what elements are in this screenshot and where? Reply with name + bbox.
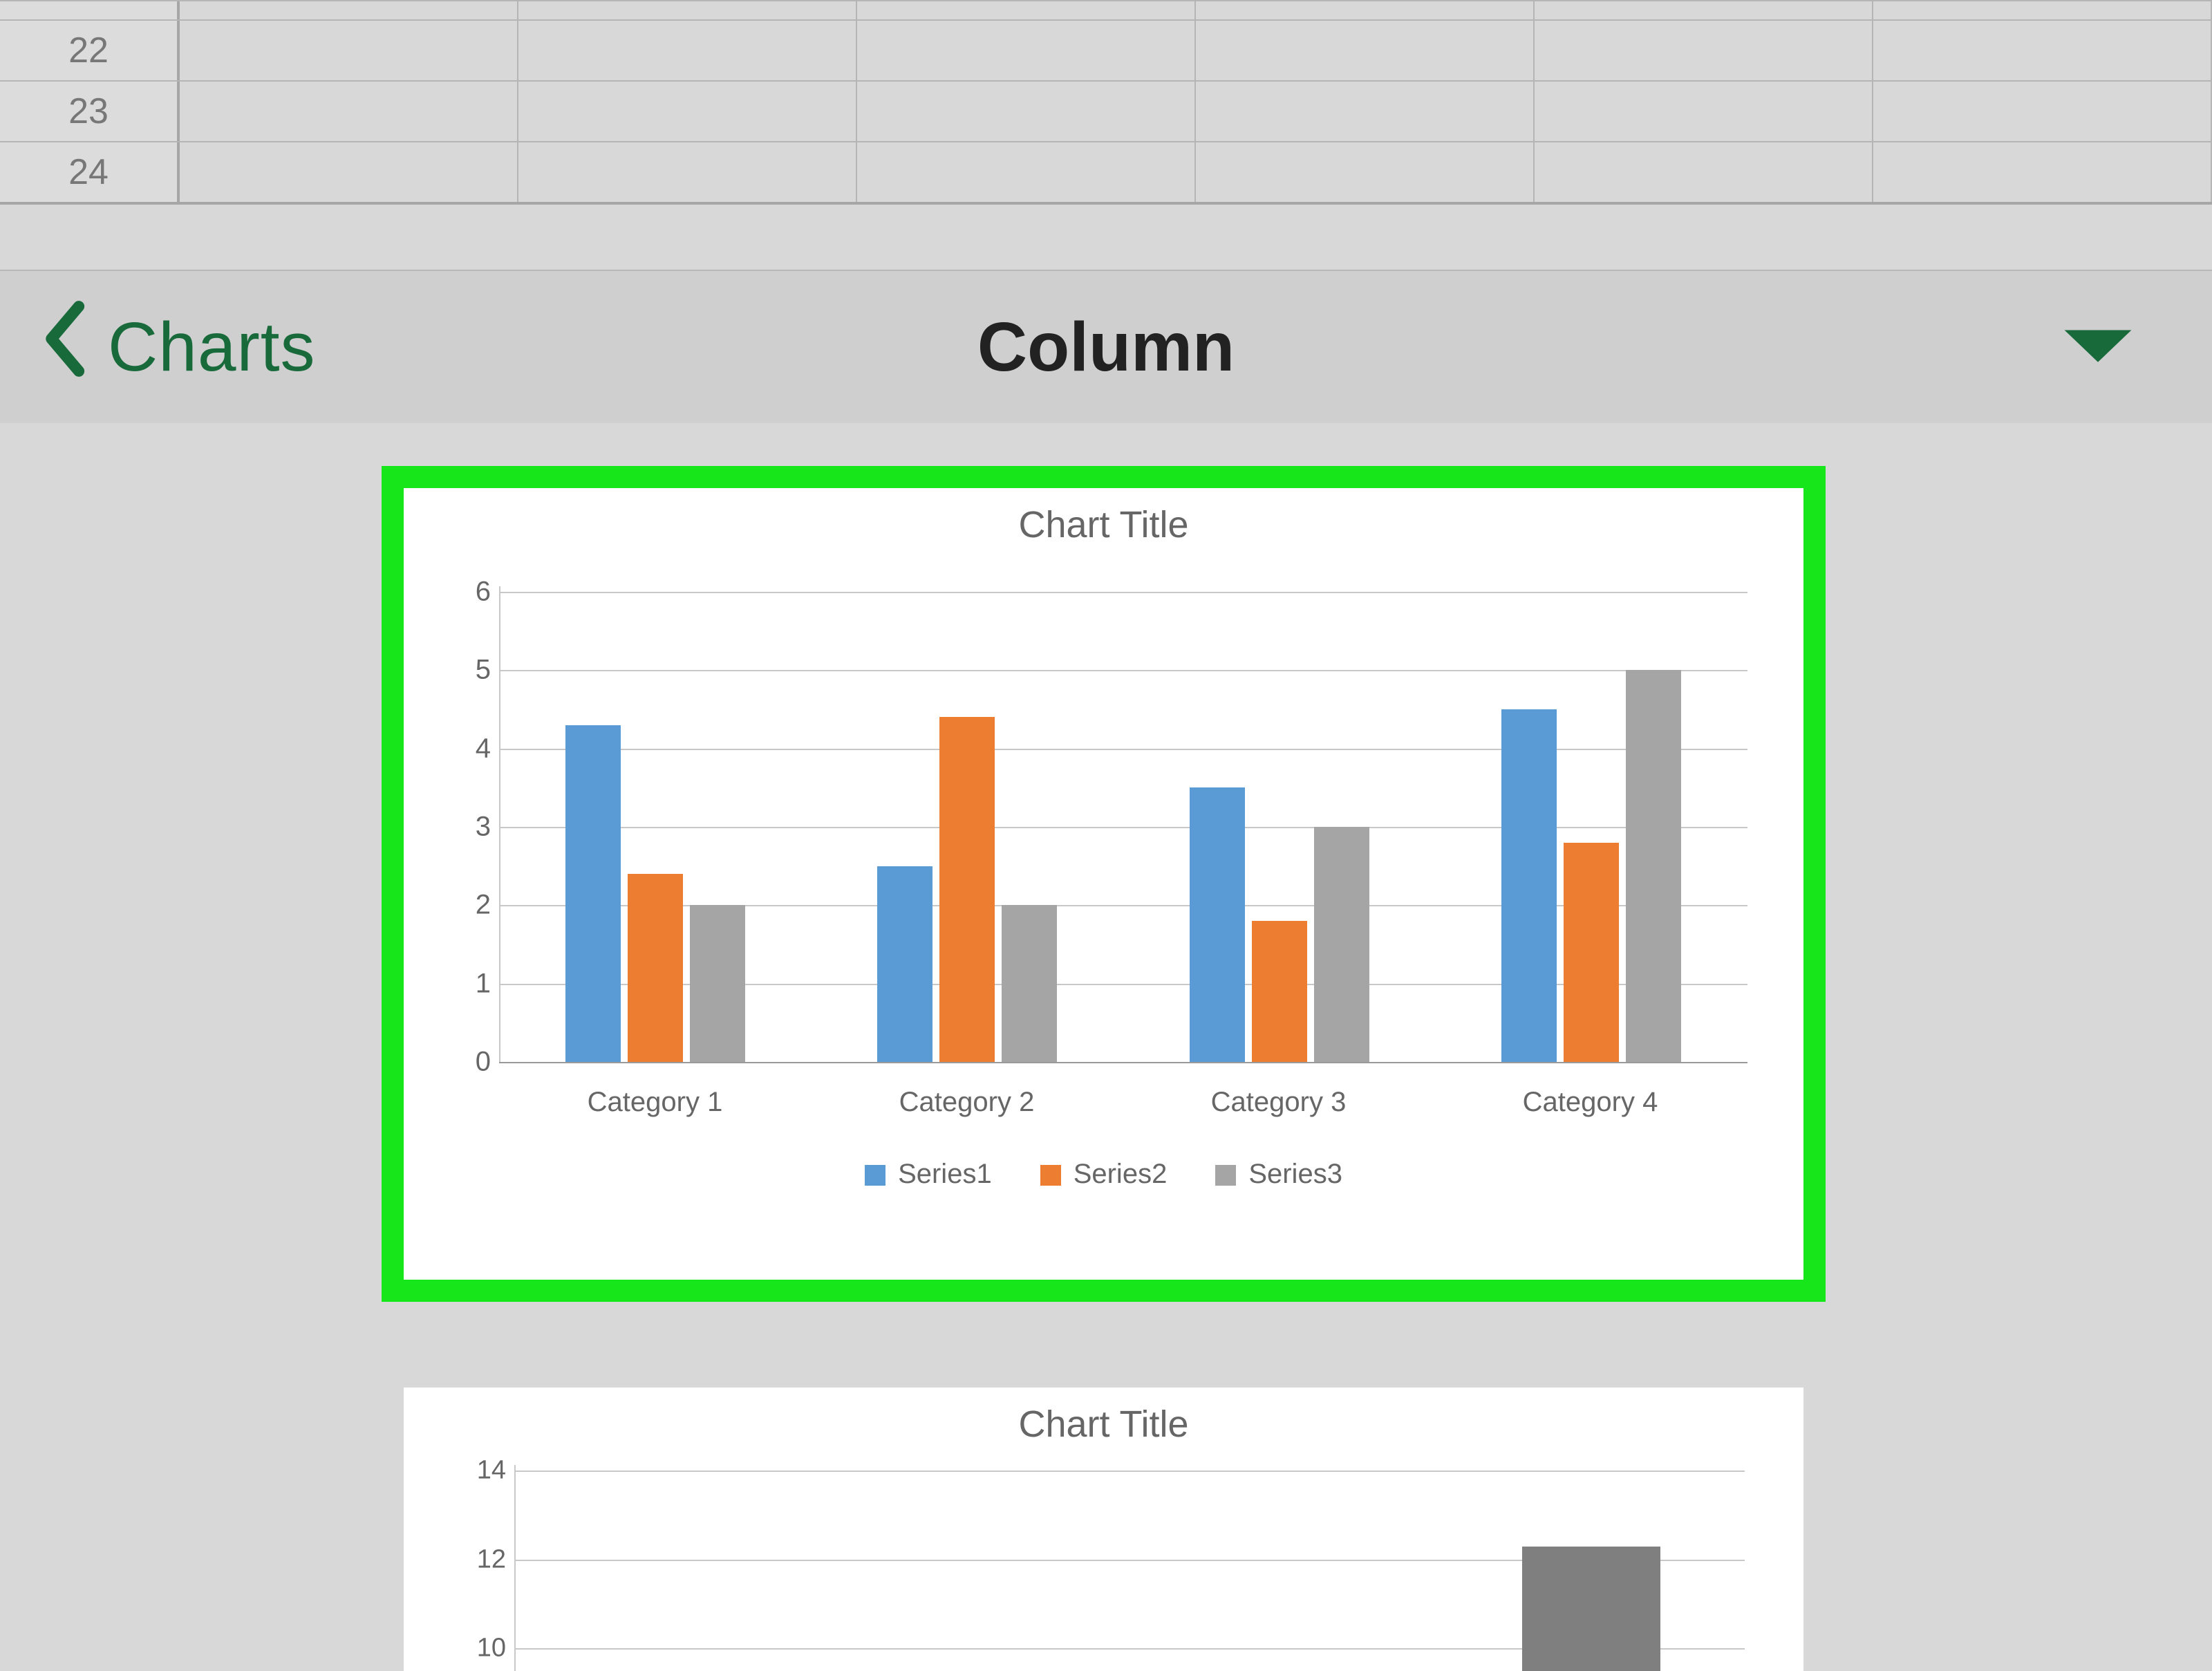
grid-cell[interactable]: [857, 21, 1196, 80]
grid-row[interactable]: 24: [0, 141, 2212, 202]
bar-series1: [877, 866, 932, 1062]
row-header[interactable]: 23: [0, 82, 180, 141]
y-tick-label: 14: [458, 1456, 506, 1486]
y-tick-label: 10: [458, 1634, 506, 1663]
grid-cell[interactable]: [1535, 1, 1873, 19]
category-label: Category 2: [811, 1087, 1123, 1118]
chart-graphic: Chart Title 14 12 10: [404, 1388, 1803, 1671]
bar-group: [1123, 592, 1436, 1062]
bar-series2: [1564, 843, 1619, 1062]
stacked-columns: [514, 1471, 1745, 1671]
row-header[interactable]: [0, 1, 180, 19]
bar-series2: [939, 717, 995, 1062]
spreadsheet-fragment: 22 23 24: [0, 0, 2212, 205]
legend-label: Series1: [898, 1159, 992, 1189]
grid-cell[interactable]: [1873, 21, 2212, 80]
grid-cell[interactable]: [518, 142, 857, 202]
row-header[interactable]: 24: [0, 142, 180, 202]
segment-series3: [1522, 1547, 1660, 1671]
row-header[interactable]: 22: [0, 21, 180, 80]
category-label: Category 1: [499, 1087, 811, 1118]
legend-item: Series3: [1215, 1159, 1342, 1190]
y-tick-label: 2: [442, 890, 491, 921]
collapse-panel-button[interactable]: [2060, 321, 2136, 373]
legend-label: Series2: [1074, 1159, 1168, 1189]
grid-cell[interactable]: [1535, 21, 1873, 80]
legend-item: Series1: [865, 1159, 992, 1190]
bar-series3: [1626, 670, 1681, 1062]
bar-series2: [1252, 921, 1307, 1062]
grid-cell[interactable]: [1535, 82, 1873, 141]
y-tick-label: 5: [442, 655, 491, 686]
chart-category-title: Column: [0, 308, 2212, 387]
back-to-charts-button[interactable]: Charts: [41, 301, 316, 393]
category-label: Category 3: [1123, 1087, 1434, 1118]
grid-cell[interactable]: [1196, 142, 1535, 202]
chart-title: Chart Title: [404, 488, 1803, 546]
chart-previews-panel: Chart Title 6 5 4 3 2 1 0: [0, 423, 2212, 1659]
category-label: Category 4: [1434, 1087, 1746, 1118]
grid-cell[interactable]: [1196, 21, 1535, 80]
grid-cell[interactable]: [1873, 142, 2212, 202]
bar-series1: [565, 725, 621, 1062]
y-tick-label: 6: [442, 577, 491, 608]
grid-cell[interactable]: [857, 1, 1196, 19]
bar-series1: [1501, 709, 1557, 1062]
chart-legend: Series1 Series2 Series3: [404, 1159, 1803, 1190]
grid-cell[interactable]: [180, 142, 518, 202]
stacked-bar: [1522, 1547, 1660, 1671]
legend-label: Series3: [1248, 1159, 1342, 1189]
grid-cell[interactable]: [1196, 1, 1535, 19]
bar-group: [812, 592, 1124, 1062]
legend-swatch-icon: [1215, 1165, 1236, 1186]
grid-row[interactable]: 23: [0, 80, 2212, 141]
y-tick-label: 4: [442, 733, 491, 764]
chart-preview-stacked-column[interactable]: Chart Title 14 12 10: [404, 1388, 1803, 1671]
legend-swatch-icon: [1040, 1165, 1061, 1186]
chevron-left-icon: [41, 301, 91, 393]
y-tick-label: 0: [442, 1047, 491, 1078]
grid-cell[interactable]: [180, 82, 518, 141]
chart-graphic: Chart Title 6 5 4 3 2 1 0: [404, 488, 1803, 1280]
y-tick-label: 1: [442, 968, 491, 999]
bar-series3: [690, 905, 745, 1062]
grid-cell[interactable]: [857, 82, 1196, 141]
grid-cell[interactable]: [518, 82, 857, 141]
bar-series2: [628, 874, 683, 1062]
grid-cell[interactable]: [518, 21, 857, 80]
grid-cell[interactable]: [1873, 82, 2212, 141]
chevron-down-icon: [2060, 361, 2136, 373]
chart-type-nav-bar: Charts Column: [0, 270, 2212, 424]
chart-title: Chart Title: [404, 1388, 1803, 1446]
plot-area: 6 5 4 3 2 1 0: [499, 592, 1747, 1062]
grid-cell[interactable]: [518, 1, 857, 19]
plot-area: 14 12 10: [514, 1471, 1745, 1671]
y-tick-label: 3: [442, 812, 491, 843]
bar-series3: [1314, 827, 1369, 1062]
bar-series1: [1190, 787, 1245, 1062]
grid-cell[interactable]: [1873, 1, 2212, 19]
bar-groups: [499, 592, 1747, 1062]
grid-cell[interactable]: [180, 21, 518, 80]
back-label: Charts: [108, 308, 316, 387]
chart-preview-clustered-column[interactable]: Chart Title 6 5 4 3 2 1 0: [404, 488, 1803, 1280]
bar-group: [499, 592, 812, 1062]
y-tick-label: 12: [458, 1544, 506, 1574]
legend-swatch-icon: [865, 1165, 885, 1186]
bar-series3: [1002, 905, 1057, 1062]
grid-cell[interactable]: [1196, 82, 1535, 141]
grid-row[interactable]: [0, 0, 2212, 19]
grid-cell[interactable]: [180, 1, 518, 19]
gridline: [499, 1062, 1747, 1063]
bar-group: [1436, 592, 1748, 1062]
grid-cell[interactable]: [857, 142, 1196, 202]
grid-row[interactable]: 22: [0, 19, 2212, 80]
grid-cell[interactable]: [1535, 142, 1873, 202]
legend-item: Series2: [1040, 1159, 1168, 1190]
